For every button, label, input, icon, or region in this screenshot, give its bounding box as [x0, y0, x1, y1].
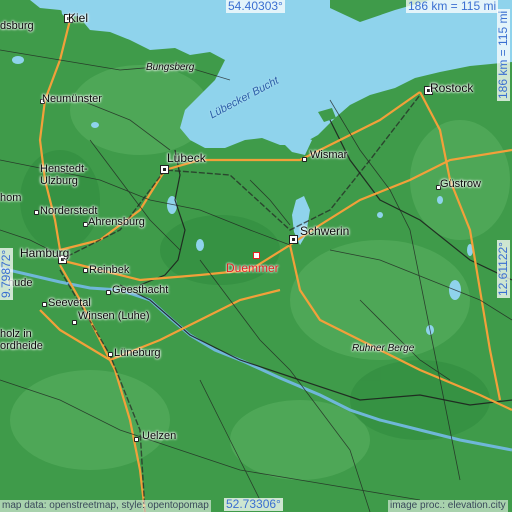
coord-top: 54.40303° — [226, 0, 285, 13]
city-marker-norderstedt[interactable] — [34, 210, 39, 215]
city-label-seevetal: Seevetal — [48, 297, 91, 309]
city-label-guestrow: Güstrow — [440, 178, 481, 190]
city-label-rendsburg: dsburg — [0, 20, 34, 32]
city-label-neumuenster: Neumünster — [42, 93, 102, 105]
city-label-wismar: Wismar — [310, 149, 348, 161]
city-label-lueneburg: Lüneburg — [114, 347, 161, 359]
city-label-uelzen: Uelzen — [142, 430, 177, 442]
city-label-hamburg: Hamburg — [20, 246, 70, 260]
location-label: Duemmer — [226, 261, 279, 275]
city-label-henstedt-ulzburg: Henstedt- Ulzburg — [40, 163, 88, 187]
scale-horizontal: 186 km = 115 mi — [406, 0, 499, 13]
scale-vertical: 186 km = 115 mi — [496, 8, 510, 101]
city-marker-luebeck[interactable] — [160, 165, 169, 174]
city-marker-uelzen[interactable] — [134, 437, 139, 442]
city-label-schwerin: Schwerin — [300, 224, 350, 238]
city-label-reinbek: Reinbek — [89, 264, 130, 276]
city-marker-seevetal[interactable] — [42, 302, 47, 307]
coord-bottom: 52.73306° — [224, 497, 283, 511]
city-label-winsen: Winsen (Luhe) — [78, 310, 150, 322]
city-marker-schwerin[interactable] — [289, 235, 298, 244]
city-label-ahrensburg: Ahrensburg — [88, 216, 145, 228]
location-marker[interactable] — [253, 252, 260, 259]
city-label-kiel: Kiel — [68, 11, 89, 25]
city-label-elmshorn: hom — [0, 192, 22, 204]
city-label-luebeck: Lübeck — [167, 151, 206, 165]
city-marker-lueneburg[interactable] — [108, 352, 113, 357]
peak-label-bungsberg: Bungsberg — [146, 62, 195, 73]
city-marker-winsen[interactable] — [72, 320, 77, 325]
peak-label-ruhner-berge: Ruhner Berge — [352, 343, 415, 354]
city-marker-geesthacht[interactable] — [106, 290, 111, 295]
city-label-rostock: Rostock — [430, 81, 474, 95]
city-label-buchholz: holz in ordheide — [0, 328, 43, 352]
coord-right: 12.61122° — [496, 240, 510, 298]
city-marker-wismar[interactable] — [302, 157, 307, 162]
coord-left: 9.79872° — [0, 247, 13, 300]
city-label-geesthacht: Geesthacht — [112, 284, 169, 296]
attribution-image-proc: image proc.: elevation.city — [388, 500, 508, 512]
city-marker-reinbek[interactable] — [83, 268, 88, 273]
map-view[interactable]: Kiel dsburg Bungsberg Neumünster Rostock… — [0, 0, 512, 512]
attribution-map-data: map data: openstreetmap, style: opentopo… — [0, 500, 211, 512]
